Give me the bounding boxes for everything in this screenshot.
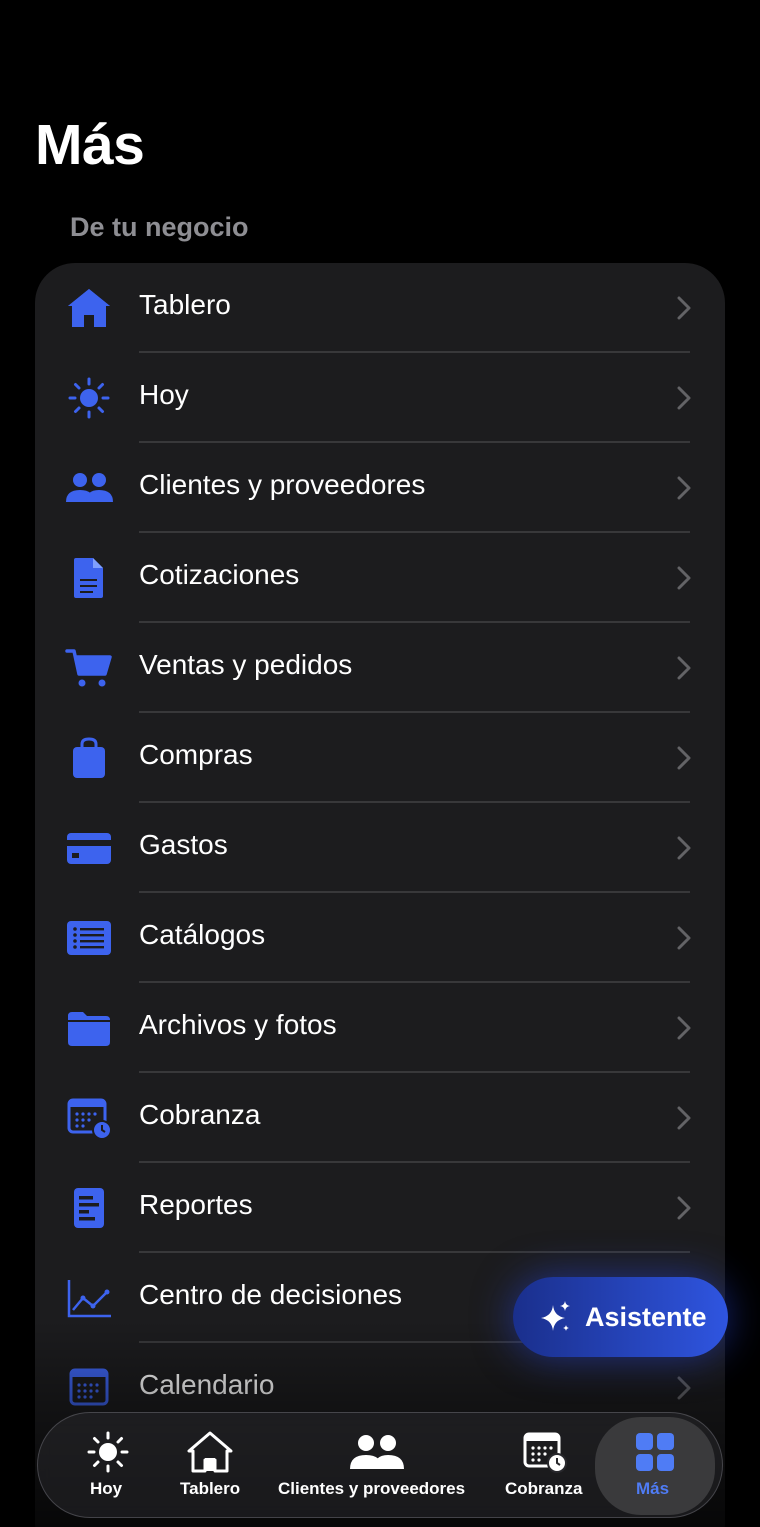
menu-item-label: Calendario <box>139 1369 275 1400</box>
house-icon <box>187 1431 233 1473</box>
menu-item-label: Cotizaciones <box>139 559 300 590</box>
assistant-label: Asistente <box>585 1302 707 1332</box>
menu-item-label: Clientes y proveedores <box>139 469 426 500</box>
menu-item-label: Catálogos <box>139 919 266 950</box>
tab-label: Más <box>636 1479 670 1498</box>
tab-label: Clientes y proveedores <box>278 1479 466 1498</box>
menu-item-label: Gastos <box>139 829 228 860</box>
tab-tablero[interactable]: Tablero <box>170 1413 250 1519</box>
grid-icon <box>636 1433 674 1471</box>
menu-item-label: Compras <box>139 739 253 770</box>
menu-item-label: Ventas y pedidos <box>139 649 353 680</box>
chevron-right-icon <box>677 296 691 320</box>
chevron-right-icon <box>677 1196 691 1220</box>
chart-line-icon <box>64 1276 114 1320</box>
menu-item-label: Cobranza <box>139 1099 261 1130</box>
chevron-right-icon <box>677 746 691 770</box>
chevron-right-icon <box>677 1016 691 1040</box>
bag-icon <box>64 736 114 780</box>
menu-item-cotizaciones[interactable]: Cotizaciones <box>35 533 725 623</box>
calendar-clock-icon <box>523 1432 567 1473</box>
menu-item-label: Reportes <box>139 1189 253 1220</box>
house-icon <box>64 286 114 330</box>
tab-hoy[interactable]: Hoy <box>68 1413 148 1519</box>
menu-item-gastos[interactable]: Gastos <box>35 803 725 893</box>
tab-label: Tablero <box>180 1479 241 1498</box>
sparkles-icon <box>541 1301 570 1331</box>
chevron-right-icon <box>677 1376 691 1400</box>
report-icon <box>64 1186 114 1230</box>
chevron-right-icon <box>677 566 691 590</box>
tab-label: Hoy <box>90 1479 123 1498</box>
sun-icon <box>87 1431 129 1473</box>
chevron-right-icon <box>677 836 691 860</box>
folder-icon <box>64 1006 114 1050</box>
calendar-icon <box>64 1366 114 1410</box>
menu-item-label: Hoy <box>139 379 189 410</box>
menu-item-hoy[interactable]: Hoy <box>35 353 725 443</box>
document-icon <box>64 556 114 600</box>
chevron-right-icon <box>677 1106 691 1130</box>
menu-item-archivos-y-fotos[interactable]: Archivos y fotos <box>35 983 725 1073</box>
chevron-right-icon <box>677 476 691 500</box>
assistant-button[interactable]: Asistente <box>513 1277 728 1357</box>
chevron-right-icon <box>677 656 691 680</box>
tab-cobranza[interactable]: Cobranza <box>500 1413 590 1519</box>
sun-icon <box>64 376 114 420</box>
chevron-right-icon <box>677 926 691 950</box>
menu-item-label: Archivos y fotos <box>139 1009 337 1040</box>
cart-icon <box>64 646 114 690</box>
tab-label: Cobranza <box>505 1479 583 1498</box>
credit-card-icon <box>64 826 114 870</box>
people-icon <box>64 466 114 510</box>
menu-item-cobranza[interactable]: Cobranza <box>35 1073 725 1163</box>
tab-mas[interactable]: Más <box>595 1417 715 1515</box>
menu-item-label: Tablero <box>139 289 231 320</box>
tab-bar: Hoy Tablero Clientes y proveedores Cobra… <box>37 1412 723 1518</box>
calendar-clock-icon <box>64 1096 114 1140</box>
more-screen: Más De tu negocio Tablero Hoy Clientes y… <box>0 0 760 1527</box>
menu-item-tablero[interactable]: Tablero <box>35 263 725 353</box>
section-header: De tu negocio <box>70 212 249 242</box>
menu-item-ventas-y-pedidos[interactable]: Ventas y pedidos <box>35 623 725 713</box>
menu-item-compras[interactable]: Compras <box>35 713 725 803</box>
menu-item-clientes-y-proveedores[interactable]: Clientes y proveedores <box>35 443 725 533</box>
page-title: Más <box>35 113 145 177</box>
menu-item-catalogos[interactable]: Catálogos <box>35 893 725 983</box>
menu-item-label: Centro de decisiones <box>139 1279 403 1310</box>
list-icon <box>64 916 114 960</box>
people-icon <box>350 1435 404 1469</box>
menu-item-reportes[interactable]: Reportes <box>35 1163 725 1253</box>
chevron-right-icon <box>677 386 691 410</box>
tab-clientes-y-proveedores[interactable]: Clientes y proveedores <box>276 1413 476 1519</box>
